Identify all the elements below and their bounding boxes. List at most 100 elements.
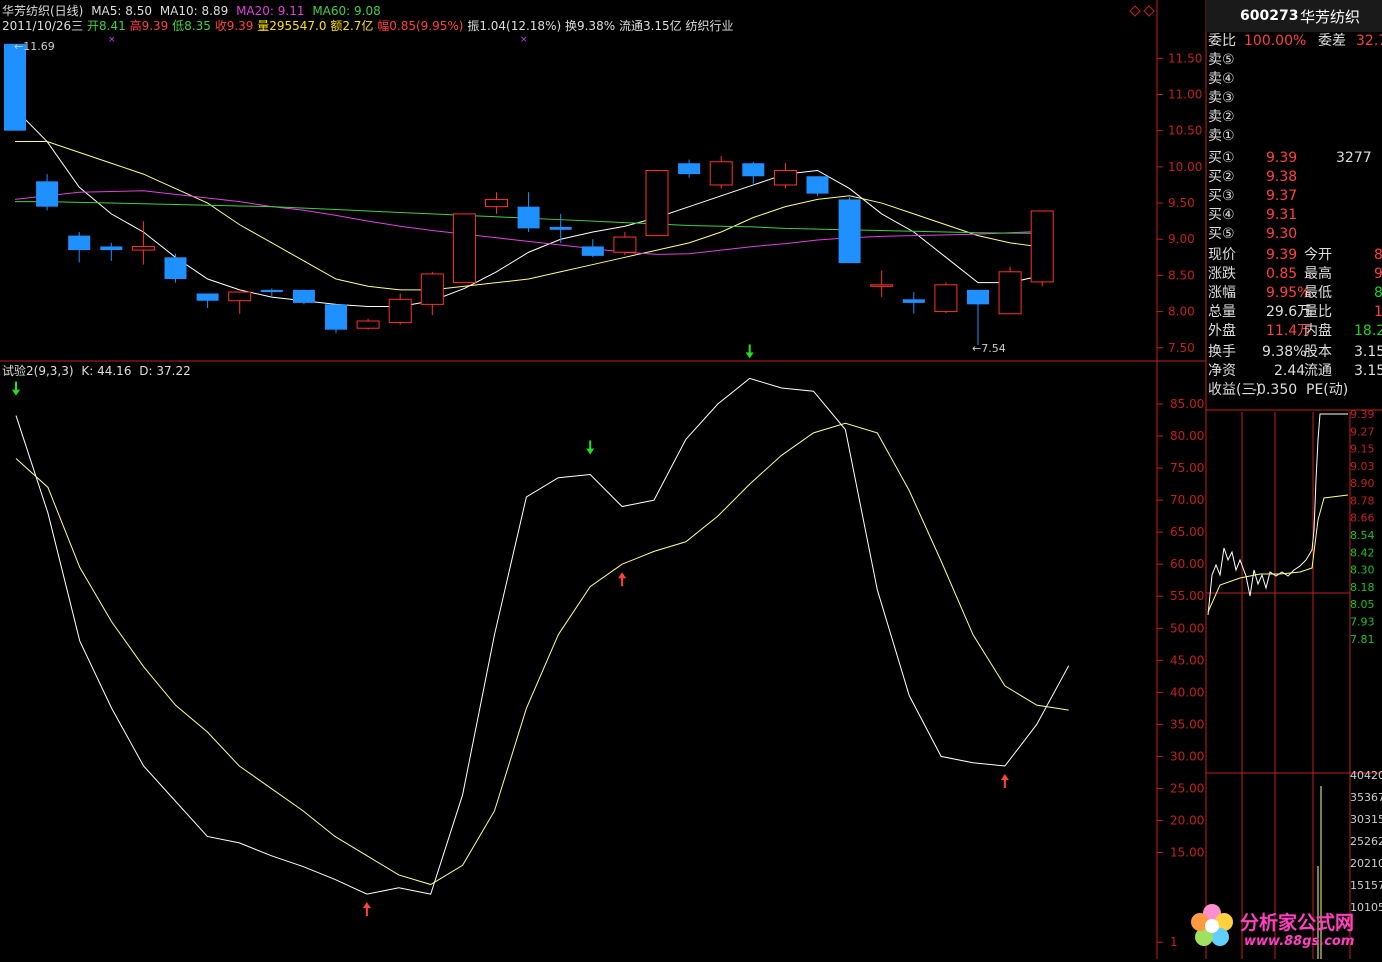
signal-down-arrow-icon — [586, 440, 595, 455]
candle-body — [1030, 210, 1054, 283]
intraday-panel[interactable]: 9.399.279.159.038.908.788.668.548.428.30… — [1206, 408, 1382, 959]
buy-row: 买③ 9.37 — [1206, 187, 1382, 206]
quote-date: 2011/10/26三 — [2, 19, 84, 33]
stat-value: 3.15 — [1354, 344, 1382, 360]
stat-row: 净资 2.44 流通 3.15 — [1206, 362, 1382, 381]
signal-down-arrow-icon — [745, 344, 754, 359]
candle — [164, 253, 187, 283]
indicator-panel[interactable]: 85.00 80.00 75.00 70.00 65.00 60.00 55.00 50.00… — [12, 344, 1204, 949]
buy-row: 买④ 9.31 — [1206, 206, 1382, 225]
kline-low-annotation: ←7.54 — [972, 342, 1006, 355]
site-name: 分析家公式网 — [1240, 912, 1355, 934]
indicator-tick-label: 45.00 — [1170, 653, 1204, 667]
stat-label: 最高 — [1304, 266, 1332, 282]
intraday-price-tick: 9.27 — [1350, 425, 1375, 438]
stat-value: 1. — [1374, 304, 1382, 320]
intraday-price-tick: 7.93 — [1350, 615, 1375, 628]
kline-tick-label: 11.00 — [1168, 88, 1202, 102]
buy-row: 买① 9.39 3277 — [1206, 149, 1382, 168]
candle-body — [806, 176, 829, 194]
indicator-title: 试验2(9,3,3) — [2, 364, 74, 378]
candle-body — [356, 320, 380, 329]
candle-body — [131, 245, 155, 251]
indicator-tick-label: 25.00 — [1170, 781, 1204, 795]
intraday-volume-tick: 35367 — [1350, 791, 1382, 804]
ma20-label: MA20: 9.11 — [236, 4, 305, 18]
stat-label: 总量 — [1208, 304, 1236, 320]
indicator-line-k — [15, 377, 1070, 895]
sell-label: 卖④ — [1208, 71, 1235, 87]
candle — [1030, 210, 1054, 287]
candle-body — [549, 226, 572, 230]
kline-tick-label: 11.50 — [1168, 51, 1202, 65]
ma60-label: MA60: 9.08 — [312, 4, 381, 18]
kline-panel[interactable]: 11.50 11.00 10.50 10.00 9.50 9.00 8.50 8.00 7.50… — [4, 35, 1202, 355]
candle — [292, 289, 315, 305]
stat-value: 8. — [1374, 247, 1382, 263]
intraday-price-tick: 7.81 — [1350, 633, 1375, 646]
candle-body — [164, 257, 187, 280]
candle — [934, 282, 958, 314]
ma5-label: MA5: 8.50 — [91, 4, 152, 18]
candle — [678, 159, 701, 178]
stat-value: 9. — [1374, 266, 1382, 282]
intraday-volume-tick: 25262 — [1350, 835, 1382, 848]
quote-turnover: 换9.38% — [564, 19, 616, 33]
corner-diamond-icon — [1129, 5, 1141, 17]
sell-label: 卖⑤ — [1208, 52, 1235, 68]
stat-label: 外盘 — [1208, 323, 1236, 339]
buy-price: 9.31 — [1266, 207, 1298, 223]
site-watermark: 分析家公式网 www.88gs.com — [1182, 892, 1382, 959]
intraday-price-tick: 8.66 — [1350, 512, 1375, 525]
intraday-volume-tick: 40420 — [1350, 769, 1382, 782]
quote-high: 高9.39 — [129, 19, 169, 33]
stat-label: 涨跌 — [1208, 266, 1236, 282]
indicator-tick-label: 35.00 — [1170, 717, 1204, 731]
stat-row: 换手 9.38% 股本 3.15 — [1206, 343, 1382, 362]
stat-row: 涨跌 0.85 最高 9. — [1206, 265, 1382, 284]
stat-value: 18.2 — [1354, 323, 1382, 339]
candle-body — [517, 206, 540, 229]
stat-label: 股本 — [1304, 344, 1332, 360]
site-url: www.88gs.com — [1244, 934, 1355, 949]
stat-row: 外盘 11.4万 内盘 18.2 — [1206, 322, 1382, 341]
stat-row: 涨幅 9.95% 最低 8. — [1206, 284, 1382, 303]
candle-body — [709, 161, 733, 186]
indicator-line-d — [15, 422, 1069, 886]
indicator-tick-label: 70.00 — [1170, 493, 1204, 507]
intraday-avg-line — [1207, 494, 1349, 613]
intraday-volume-tick: 20210 — [1350, 857, 1382, 870]
corner-diamond-icon — [1143, 5, 1155, 17]
stat-value: 3.15 — [1354, 363, 1382, 379]
candle — [806, 176, 829, 196]
quote-open: 开8.41 — [87, 19, 126, 33]
weibi-row: 委比 100.00% 委差 32.78 — [1206, 32, 1382, 51]
candle — [902, 292, 925, 314]
chart-canvas[interactable]: 11.50 11.00 10.50 10.00 9.50 9.00 8.50 8.00 7.50… — [0, 0, 1382, 959]
stat-row: 现价 9.39 今开 8. — [1206, 246, 1382, 265]
candle — [196, 293, 219, 308]
stat-value: 2.44 — [1274, 363, 1306, 379]
candle-body — [902, 299, 925, 303]
candle-body — [678, 163, 701, 175]
indicator-tick-label: 75.00 — [1170, 461, 1204, 475]
intraday-price-tick: 9.03 — [1350, 460, 1375, 473]
kline-tick-label: 8.00 — [1168, 305, 1195, 319]
candle — [645, 169, 669, 237]
weibi-label: 委比 — [1208, 33, 1236, 49]
intraday-price-line — [1207, 413, 1348, 616]
candle — [228, 291, 252, 314]
intraday-price-tick: 8.30 — [1350, 564, 1375, 577]
candle — [100, 242, 123, 261]
candle — [452, 213, 476, 284]
stat-row: 收益(三) -0.350 PE(动) — [1206, 381, 1382, 400]
buy-price: 9.38 — [1266, 169, 1298, 185]
stat-row: 总量 29.6万 量比 1. — [1206, 303, 1382, 322]
buy-label: 买② — [1208, 169, 1235, 185]
candle — [68, 231, 91, 263]
candle — [967, 289, 989, 345]
stock-title: 华芳纺织(日线) — [2, 4, 84, 18]
candle-body — [68, 235, 91, 251]
chart-header-quote: 2011/10/26三 开8.41 高9.39 低8.35 收9.39 量295… — [2, 18, 738, 34]
indicator-tick-label: 55.00 — [1170, 589, 1204, 603]
